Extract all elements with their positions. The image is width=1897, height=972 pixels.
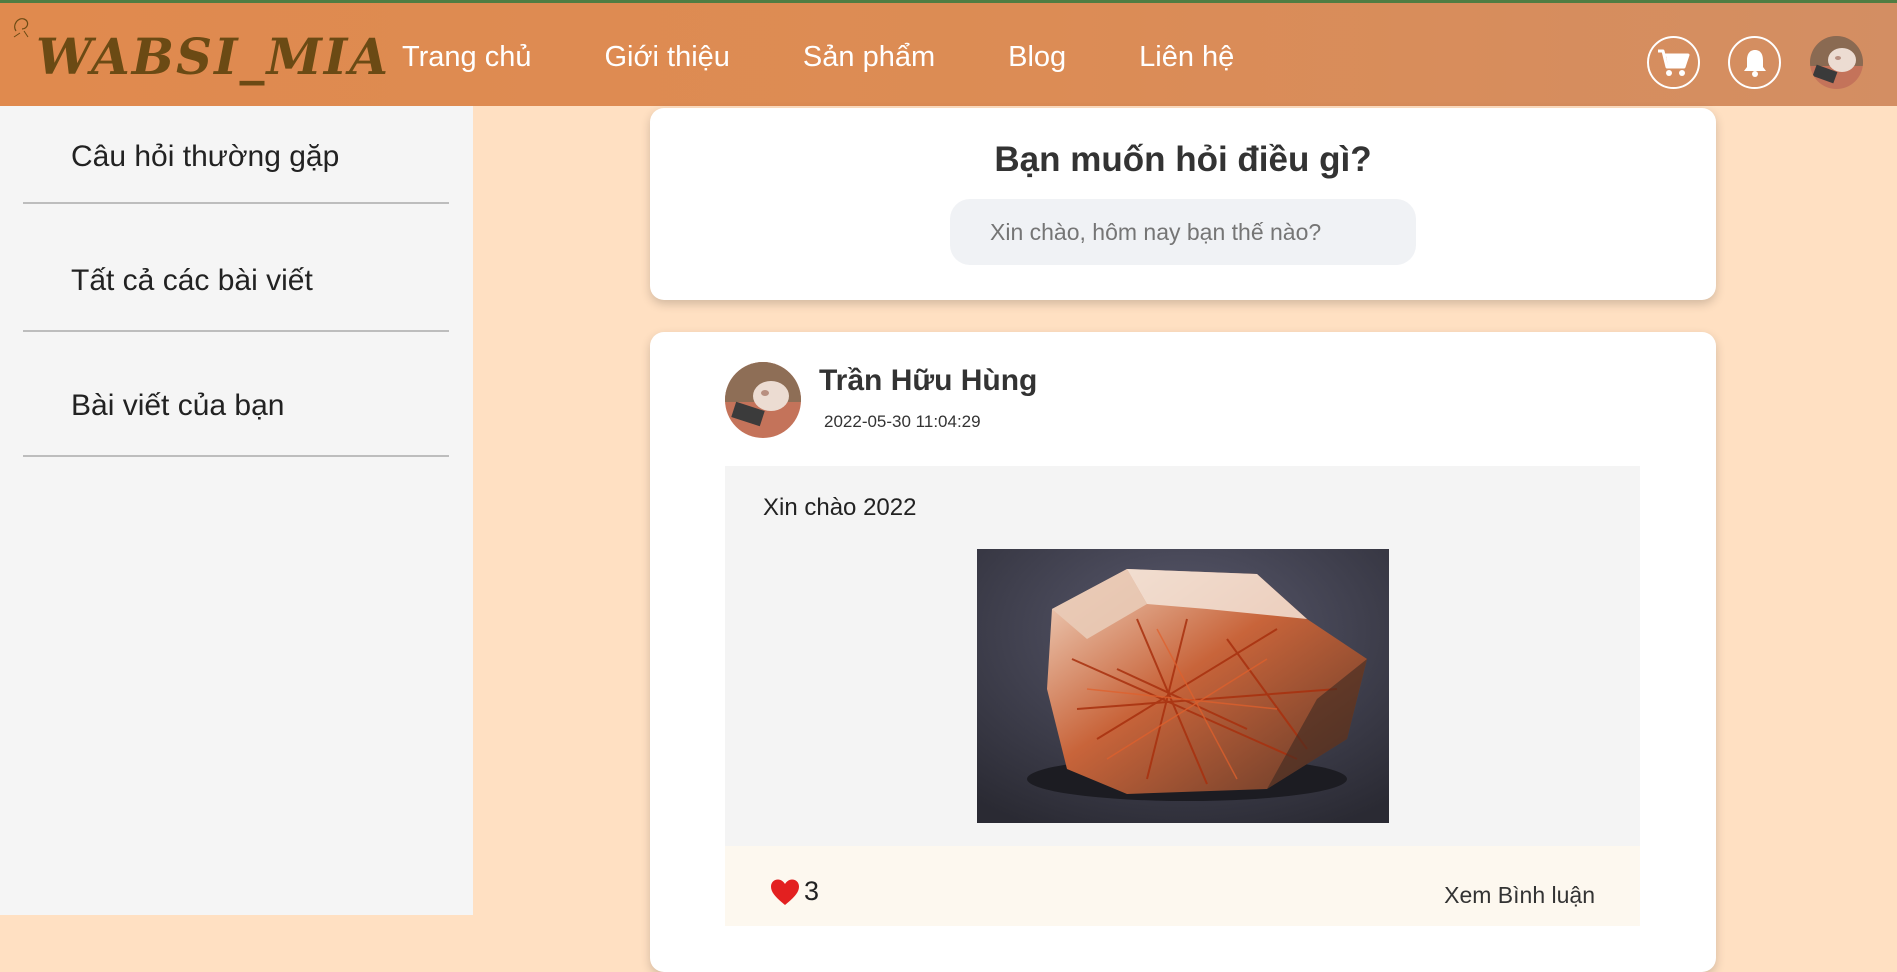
ask-title: Bạn muốn hỏi điều gì? xyxy=(994,140,1372,179)
cart-button[interactable] xyxy=(1647,36,1700,89)
post-image[interactable] xyxy=(977,549,1389,823)
site-logo[interactable]: WABSI_MIA xyxy=(36,27,390,86)
sidebar-item-label: Bài viết của bạn xyxy=(71,389,285,422)
sidebar: Câu hỏi thường gặp Tất cả các bài viết B… xyxy=(0,106,473,915)
post-content: Xin chào 2022 xyxy=(725,466,1640,846)
nav-contact[interactable]: Liên hệ xyxy=(1139,41,1234,74)
ask-input[interactable] xyxy=(950,199,1416,265)
post-text: Xin chào 2022 xyxy=(763,494,917,521)
notification-button[interactable] xyxy=(1728,36,1781,89)
nav-blog[interactable]: Blog xyxy=(1008,41,1066,74)
like-count: 3 xyxy=(804,876,820,906)
post-author-name[interactable]: Trần Hữu Hùng xyxy=(819,364,1037,398)
post-footer: 3 Xem Bình luận xyxy=(725,846,1640,926)
sidebar-item-faq[interactable]: Câu hỏi thường gặp xyxy=(23,106,449,204)
post-timestamp: 2022-05-30 11:04:29 xyxy=(824,412,981,431)
post-card: Trần Hữu Hùng 2022-05-30 11:04:29 Xin ch… xyxy=(650,332,1716,972)
post-author-avatar[interactable] xyxy=(725,362,801,438)
cart-icon xyxy=(1657,49,1689,76)
heart-icon xyxy=(771,879,799,905)
bell-icon xyxy=(1743,49,1766,77)
sidebar-item-your-posts[interactable]: Bài viết của bạn xyxy=(23,357,449,457)
crystal-photo xyxy=(977,549,1389,823)
ask-question-card: Bạn muốn hỏi điều gì? xyxy=(650,108,1716,300)
main-nav: Trang chủ Giới thiệu Sản phẩm Blog Liên … xyxy=(402,41,1307,74)
nav-home[interactable]: Trang chủ xyxy=(402,41,532,74)
view-comments-link[interactable]: Xem Bình luận xyxy=(1444,882,1595,909)
nav-about[interactable]: Giới thiệu xyxy=(605,41,730,74)
logo-doodle-icon xyxy=(13,18,29,38)
like-button[interactable]: 3 xyxy=(770,876,819,907)
top-navbar: WABSI_MIA Trang chủ Giới thiệu Sản phẩm … xyxy=(0,0,1897,106)
avatar-image xyxy=(1810,36,1863,89)
user-avatar[interactable] xyxy=(1810,36,1863,89)
nav-products[interactable]: Sản phẩm xyxy=(803,41,935,74)
sidebar-item-label: Câu hỏi thường gặp xyxy=(71,140,340,173)
post-avatar-image xyxy=(725,362,801,438)
sidebar-item-label: Tất cả các bài viết xyxy=(71,264,313,297)
sidebar-item-all-posts[interactable]: Tất cả các bài viết xyxy=(23,232,449,332)
